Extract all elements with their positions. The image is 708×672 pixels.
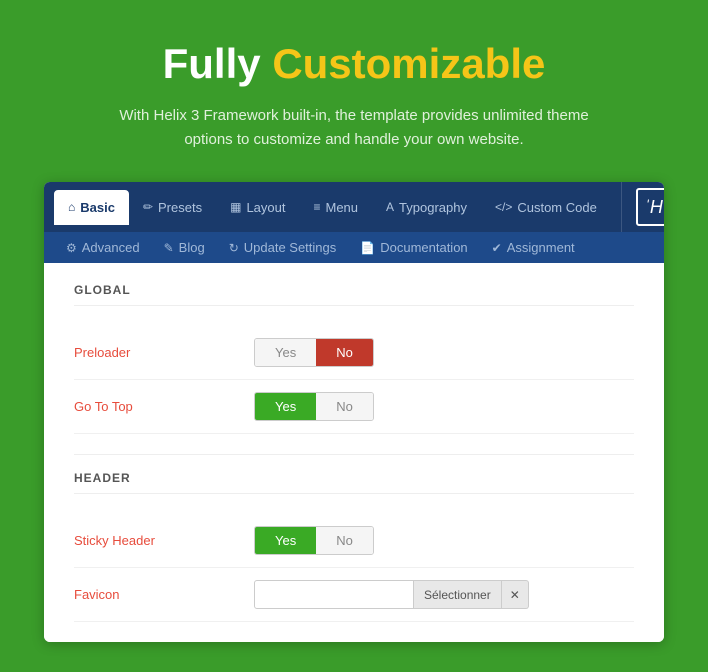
- favicon-label: Favicon: [74, 587, 254, 602]
- nav-top-tabs: ⌂ Basic ✏ Presets ▦ Layout ≡ Menu A Typo…: [44, 190, 621, 225]
- sticky-header-no-button[interactable]: No: [316, 527, 373, 554]
- tab-documentation[interactable]: 📄 Documentation: [348, 232, 479, 263]
- tab-custom-code[interactable]: </> Custom Code: [481, 190, 611, 225]
- favicon-select-button[interactable]: Sélectionner: [414, 580, 502, 609]
- preloader-no-button[interactable]: No: [316, 339, 373, 366]
- preloader-label: Preloader: [74, 345, 254, 360]
- nav-bottom-bar: ⚙ Advanced ✎ Blog ↻ Update Settings 📄 Do…: [44, 232, 664, 263]
- nav-top-bar: ⌂ Basic ✏ Presets ▦ Layout ≡ Menu A Typo…: [44, 182, 664, 232]
- go-to-top-label: Go To Top: [74, 399, 254, 414]
- blog-icon: ✎: [164, 241, 174, 255]
- home-icon: ⌂: [68, 200, 75, 214]
- sticky-header-row: Sticky Header Yes No: [74, 514, 634, 568]
- tab-blog-label: Blog: [179, 240, 205, 255]
- code-icon: </>: [495, 200, 512, 214]
- logo-h3: ˈH: [644, 197, 663, 218]
- hero-title-white: Fully: [163, 40, 261, 87]
- preloader-yes-button[interactable]: Yes: [255, 339, 316, 366]
- tab-presets[interactable]: ✏ Presets: [129, 190, 216, 225]
- sticky-header-toggle: Yes No: [254, 526, 374, 555]
- hero-title-yellow: Customizable: [272, 40, 545, 87]
- tab-basic[interactable]: ⌂ Basic: [54, 190, 129, 225]
- header-section-title: HEADER: [74, 454, 634, 494]
- doc-icon: 📄: [360, 241, 375, 255]
- preloader-toggle: Yes No: [254, 338, 374, 367]
- tab-presets-label: Presets: [158, 200, 202, 215]
- tab-custom-code-label: Custom Code: [517, 200, 596, 215]
- font-icon: A: [386, 200, 394, 214]
- grid-icon: ▦: [230, 200, 241, 214]
- panel-content: GLOBAL Preloader Yes No Go To Top Yes No…: [44, 263, 664, 642]
- tab-assignment[interactable]: ✔ Assignment: [480, 232, 587, 263]
- favicon-clear-button[interactable]: ✕: [502, 580, 529, 609]
- sticky-header-yes-button[interactable]: Yes: [255, 527, 316, 554]
- check-icon: ✔: [492, 241, 502, 255]
- hero-subtitle: With Helix 3 Framework built-in, the tem…: [104, 104, 604, 152]
- tab-basic-label: Basic: [80, 200, 115, 215]
- favicon-input[interactable]: [254, 580, 414, 609]
- customizer-panel: ⌂ Basic ✏ Presets ▦ Layout ≡ Menu A Typo…: [44, 182, 664, 642]
- tab-menu-label: Menu: [326, 200, 359, 215]
- tab-update-settings[interactable]: ↻ Update Settings: [217, 232, 349, 263]
- go-to-top-no-button[interactable]: No: [316, 393, 373, 420]
- pencil-icon: ✏: [143, 200, 153, 214]
- tab-layout-label: Layout: [246, 200, 285, 215]
- refresh-icon: ↻: [229, 241, 239, 255]
- go-to-top-yes-button[interactable]: Yes: [255, 393, 316, 420]
- go-to-top-row: Go To Top Yes No: [74, 380, 634, 434]
- favicon-file-group: Sélectionner ✕: [254, 580, 529, 609]
- tab-assignment-label: Assignment: [507, 240, 575, 255]
- tab-update-settings-label: Update Settings: [244, 240, 337, 255]
- tab-blog[interactable]: ✎ Blog: [152, 232, 217, 263]
- preloader-row: Preloader Yes No: [74, 326, 634, 380]
- hero-section: Fully Customizable With Helix 3 Framewor…: [44, 0, 664, 182]
- favicon-row: Favicon Sélectionner ✕: [74, 568, 634, 622]
- tab-typography[interactable]: A Typography: [372, 190, 481, 225]
- tab-documentation-label: Documentation: [380, 240, 467, 255]
- menu-icon: ≡: [313, 200, 320, 214]
- global-section-title: GLOBAL: [74, 283, 634, 306]
- helix-logo: ˈH HELIX FRAMEWORK: [621, 182, 664, 232]
- tab-menu[interactable]: ≡ Menu: [299, 190, 372, 225]
- gear-icon: ⚙: [66, 241, 77, 255]
- hero-title: Fully Customizable: [104, 40, 604, 88]
- logo-box: ˈH HELIX FRAMEWORK: [636, 188, 664, 226]
- tab-typography-label: Typography: [399, 200, 467, 215]
- tab-advanced-label: Advanced: [82, 240, 140, 255]
- tab-layout[interactable]: ▦ Layout: [216, 190, 299, 225]
- sticky-header-label: Sticky Header: [74, 533, 254, 548]
- go-to-top-toggle: Yes No: [254, 392, 374, 421]
- tab-advanced[interactable]: ⚙ Advanced: [54, 232, 152, 263]
